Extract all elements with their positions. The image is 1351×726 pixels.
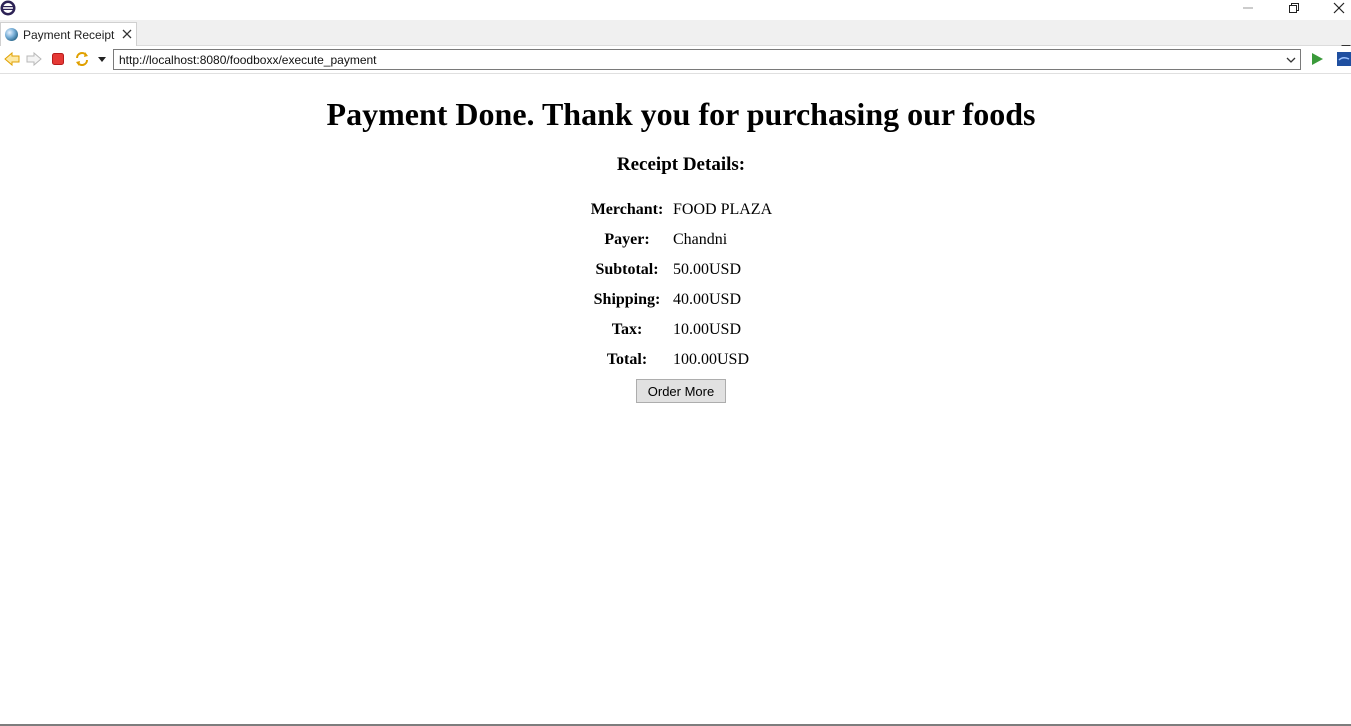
forward-arrow-icon[interactable] [26, 51, 42, 67]
globe-icon [5, 28, 18, 41]
tab-payment-receipt[interactable]: Payment Receipt [0, 22, 137, 46]
shipping-label: Shipping: [593, 291, 661, 308]
table-row: Tax: 10.00USD [589, 316, 773, 344]
payer-value: Chandni [673, 231, 728, 248]
browser-tab-strip: Payment Receipt [0, 20, 1351, 53]
stop-icon[interactable] [50, 51, 66, 67]
window-minimize-button[interactable] [1233, 0, 1263, 16]
table-row: Payer: Chandni [589, 226, 773, 254]
merchant-value: FOOD PLAZA [673, 201, 773, 218]
eclipse-icon [0, 0, 16, 16]
merchant-label: Merchant: [590, 201, 664, 218]
total-value: 100.00USD [673, 351, 750, 368]
page-content: Payment Done. Thank you for purchasing o… [0, 74, 1351, 726]
subtotal-value: 50.00USD [673, 261, 742, 278]
navigation-toolbar: http://localhost:8080/foodboxx/execute_p… [0, 46, 1351, 74]
receipt-heading: Receipt Details: [616, 154, 746, 175]
table-row: Subtotal: 50.00USD [589, 256, 773, 284]
extension-icon[interactable] [1337, 51, 1351, 67]
tab-close-icon[interactable] [122, 28, 132, 41]
url-history-chevron-icon[interactable] [1282, 50, 1300, 69]
table-row: Total: 100.00USD [589, 346, 773, 374]
window-restore-button[interactable] [1279, 0, 1309, 16]
table-row: Shipping: 40.00USD [589, 286, 773, 314]
go-play-icon[interactable] [1309, 51, 1325, 67]
tax-label: Tax: [611, 321, 643, 338]
address-bar[interactable]: http://localhost:8080/foodboxx/execute_p… [113, 49, 1301, 70]
shipping-value: 40.00USD [673, 291, 742, 308]
url-input[interactable]: http://localhost:8080/foodboxx/execute_p… [114, 53, 1282, 67]
table-row: Merchant: FOOD PLAZA [589, 196, 773, 224]
receipt-table: Merchant: FOOD PLAZA Payer: Chandni Subt… [587, 194, 775, 376]
total-label: Total: [606, 351, 648, 368]
refresh-icon[interactable] [74, 51, 90, 67]
subtotal-label: Subtotal: [595, 261, 659, 278]
order-more-button[interactable]: Order More [636, 379, 726, 403]
page-title: Payment Done. Thank you for purchasing o… [326, 96, 1036, 132]
window-title-bar [0, 0, 1351, 20]
tab-title: Payment Receipt [23, 27, 115, 42]
chevron-down-icon[interactable] [94, 51, 110, 67]
window-close-button[interactable] [1324, 0, 1351, 16]
back-arrow-icon[interactable] [4, 51, 20, 67]
payer-label: Payer: [604, 231, 650, 248]
tax-value: 10.00USD [673, 321, 742, 338]
